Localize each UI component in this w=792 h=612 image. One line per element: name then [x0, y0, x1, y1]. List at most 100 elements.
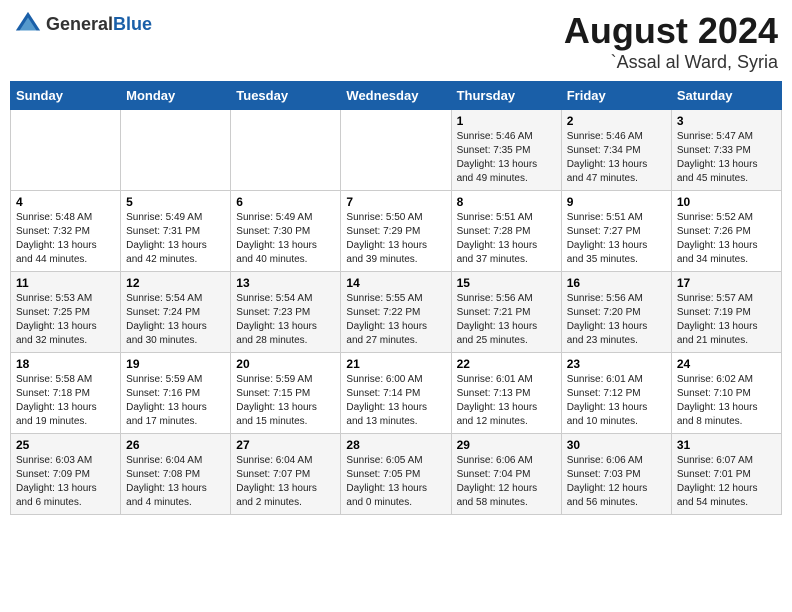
day-number: 25 — [16, 438, 115, 452]
calendar-week-row: 18 Sunrise: 5:58 AM Sunset: 7:18 PM Dayli… — [11, 353, 782, 434]
calendar-cell: 30 Sunrise: 6:06 AM Sunset: 7:03 PM Dayli… — [561, 434, 671, 515]
calendar-cell: 18 Sunrise: 5:58 AM Sunset: 7:18 PM Dayli… — [11, 353, 121, 434]
logo-text: GeneralBlue — [46, 14, 152, 35]
day-number: 3 — [677, 114, 776, 128]
day-info: Sunrise: 5:49 AM Sunset: 7:31 PM Dayligh… — [126, 211, 225, 267]
day-info: Sunrise: 6:03 AM Sunset: 7:09 PM Dayligh… — [16, 454, 115, 510]
day-number: 1 — [457, 114, 556, 128]
title-block: August 2024 `Assal al Ward, Syria — [564, 10, 778, 73]
weekday-header: Monday — [121, 82, 231, 110]
day-info: Sunrise: 5:47 AM Sunset: 7:33 PM Dayligh… — [677, 130, 776, 186]
day-number: 6 — [236, 195, 335, 209]
day-info: Sunrise: 5:56 AM Sunset: 7:20 PM Dayligh… — [567, 292, 666, 348]
logo-icon — [14, 10, 42, 38]
weekday-header: Friday — [561, 82, 671, 110]
day-number: 18 — [16, 357, 115, 371]
calendar-week-row: 1 Sunrise: 5:46 AM Sunset: 7:35 PM Daylig… — [11, 110, 782, 191]
calendar-cell: 3 Sunrise: 5:47 AM Sunset: 7:33 PM Daylig… — [671, 110, 781, 191]
day-number: 7 — [346, 195, 445, 209]
day-info: Sunrise: 5:59 AM Sunset: 7:16 PM Dayligh… — [126, 373, 225, 429]
day-info: Sunrise: 6:06 AM Sunset: 7:03 PM Dayligh… — [567, 454, 666, 510]
calendar-cell: 22 Sunrise: 6:01 AM Sunset: 7:13 PM Dayli… — [451, 353, 561, 434]
day-number: 28 — [346, 438, 445, 452]
day-info: Sunrise: 5:55 AM Sunset: 7:22 PM Dayligh… — [346, 292, 445, 348]
calendar-cell: 24Sunrise: 6:02 AM Sunset: 7:10 PM Dayli… — [671, 353, 781, 434]
day-info: Sunrise: 6:04 AM Sunset: 7:07 PM Dayligh… — [236, 454, 335, 510]
calendar-week-row: 4 Sunrise: 5:48 AM Sunset: 7:32 PM Daylig… — [11, 191, 782, 272]
day-info: Sunrise: 5:49 AM Sunset: 7:30 PM Dayligh… — [236, 211, 335, 267]
calendar-cell: 1 Sunrise: 5:46 AM Sunset: 7:35 PM Daylig… — [451, 110, 561, 191]
calendar-cell: 25 Sunrise: 6:03 AM Sunset: 7:09 PM Dayli… — [11, 434, 121, 515]
day-info: Sunrise: 5:51 AM Sunset: 7:28 PM Dayligh… — [457, 211, 556, 267]
calendar-cell — [231, 110, 341, 191]
logo: GeneralBlue — [14, 10, 152, 38]
main-title: August 2024 — [564, 10, 778, 52]
day-number: 9 — [567, 195, 666, 209]
day-number: 13 — [236, 276, 335, 290]
day-info: Sunrise: 5:56 AM Sunset: 7:21 PM Dayligh… — [457, 292, 556, 348]
day-info: Sunrise: 5:46 AM Sunset: 7:34 PM Dayligh… — [567, 130, 666, 186]
calendar-cell: 20Sunrise: 5:59 AM Sunset: 7:15 PM Dayli… — [231, 353, 341, 434]
day-number: 17 — [677, 276, 776, 290]
day-number: 29 — [457, 438, 556, 452]
weekday-header: Sunday — [11, 82, 121, 110]
day-number: 10 — [677, 195, 776, 209]
logo-blue: Blue — [113, 14, 152, 34]
day-info: Sunrise: 6:01 AM Sunset: 7:13 PM Dayligh… — [457, 373, 556, 429]
day-number: 31 — [677, 438, 776, 452]
calendar-cell: 16 Sunrise: 5:56 AM Sunset: 7:20 PM Dayli… — [561, 272, 671, 353]
day-number: 24 — [677, 357, 776, 371]
day-info: Sunrise: 5:57 AM Sunset: 7:19 PM Dayligh… — [677, 292, 776, 348]
calendar-cell: 4 Sunrise: 5:48 AM Sunset: 7:32 PM Daylig… — [11, 191, 121, 272]
day-number: 2 — [567, 114, 666, 128]
day-number: 16 — [567, 276, 666, 290]
calendar-cell: 23 Sunrise: 6:01 AM Sunset: 7:12 PM Dayli… — [561, 353, 671, 434]
calendar-cell: 27Sunrise: 6:04 AM Sunset: 7:07 PM Dayli… — [231, 434, 341, 515]
day-info: Sunrise: 6:00 AM Sunset: 7:14 PM Dayligh… — [346, 373, 445, 429]
calendar-cell — [121, 110, 231, 191]
day-info: Sunrise: 6:06 AM Sunset: 7:04 PM Dayligh… — [457, 454, 556, 510]
calendar-cell: 5 Sunrise: 5:49 AM Sunset: 7:31 PM Daylig… — [121, 191, 231, 272]
day-number: 20 — [236, 357, 335, 371]
day-info: Sunrise: 6:04 AM Sunset: 7:08 PM Dayligh… — [126, 454, 225, 510]
calendar-table: SundayMondayTuesdayWednesdayThursdayFrid… — [10, 81, 782, 515]
logo-general: General — [46, 14, 113, 34]
calendar-cell: 8Sunrise: 5:51 AM Sunset: 7:28 PM Daylig… — [451, 191, 561, 272]
weekday-header: Thursday — [451, 82, 561, 110]
calendar-cell: 31 Sunrise: 6:07 AM Sunset: 7:01 PM Dayli… — [671, 434, 781, 515]
calendar-cell: 29 Sunrise: 6:06 AM Sunset: 7:04 PM Dayli… — [451, 434, 561, 515]
day-info: Sunrise: 5:54 AM Sunset: 7:23 PM Dayligh… — [236, 292, 335, 348]
day-info: Sunrise: 5:53 AM Sunset: 7:25 PM Dayligh… — [16, 292, 115, 348]
day-number: 12 — [126, 276, 225, 290]
page-header: GeneralBlue August 2024 `Assal al Ward, … — [10, 10, 782, 73]
day-info: Sunrise: 5:46 AM Sunset: 7:35 PM Dayligh… — [457, 130, 556, 186]
calendar-cell: 12 Sunrise: 5:54 AM Sunset: 7:24 PM Dayli… — [121, 272, 231, 353]
day-number: 23 — [567, 357, 666, 371]
calendar-cell: 6 Sunrise: 5:49 AM Sunset: 7:30 PM Daylig… — [231, 191, 341, 272]
calendar-cell: 2 Sunrise: 5:46 AM Sunset: 7:34 PM Daylig… — [561, 110, 671, 191]
day-info: Sunrise: 5:52 AM Sunset: 7:26 PM Dayligh… — [677, 211, 776, 267]
day-info: Sunrise: 6:01 AM Sunset: 7:12 PM Dayligh… — [567, 373, 666, 429]
day-number: 22 — [457, 357, 556, 371]
day-info: Sunrise: 5:51 AM Sunset: 7:27 PM Dayligh… — [567, 211, 666, 267]
day-number: 5 — [126, 195, 225, 209]
calendar-cell: 7Sunrise: 5:50 AM Sunset: 7:29 PM Daylig… — [341, 191, 451, 272]
weekday-header: Tuesday — [231, 82, 341, 110]
calendar-cell — [341, 110, 451, 191]
calendar-cell: 9 Sunrise: 5:51 AM Sunset: 7:27 PM Daylig… — [561, 191, 671, 272]
day-info: Sunrise: 5:54 AM Sunset: 7:24 PM Dayligh… — [126, 292, 225, 348]
day-info: Sunrise: 6:07 AM Sunset: 7:01 PM Dayligh… — [677, 454, 776, 510]
calendar-cell — [11, 110, 121, 191]
day-info: Sunrise: 6:05 AM Sunset: 7:05 PM Dayligh… — [346, 454, 445, 510]
day-info: Sunrise: 5:58 AM Sunset: 7:18 PM Dayligh… — [16, 373, 115, 429]
calendar-cell: 10 Sunrise: 5:52 AM Sunset: 7:26 PM Dayli… — [671, 191, 781, 272]
calendar-cell: 26 Sunrise: 6:04 AM Sunset: 7:08 PM Dayli… — [121, 434, 231, 515]
day-number: 19 — [126, 357, 225, 371]
day-number: 4 — [16, 195, 115, 209]
calendar-cell: 13 Sunrise: 5:54 AM Sunset: 7:23 PM Dayli… — [231, 272, 341, 353]
weekday-header: Saturday — [671, 82, 781, 110]
day-number: 26 — [126, 438, 225, 452]
calendar-cell: 11Sunrise: 5:53 AM Sunset: 7:25 PM Dayli… — [11, 272, 121, 353]
day-number: 30 — [567, 438, 666, 452]
day-info: Sunrise: 5:48 AM Sunset: 7:32 PM Dayligh… — [16, 211, 115, 267]
